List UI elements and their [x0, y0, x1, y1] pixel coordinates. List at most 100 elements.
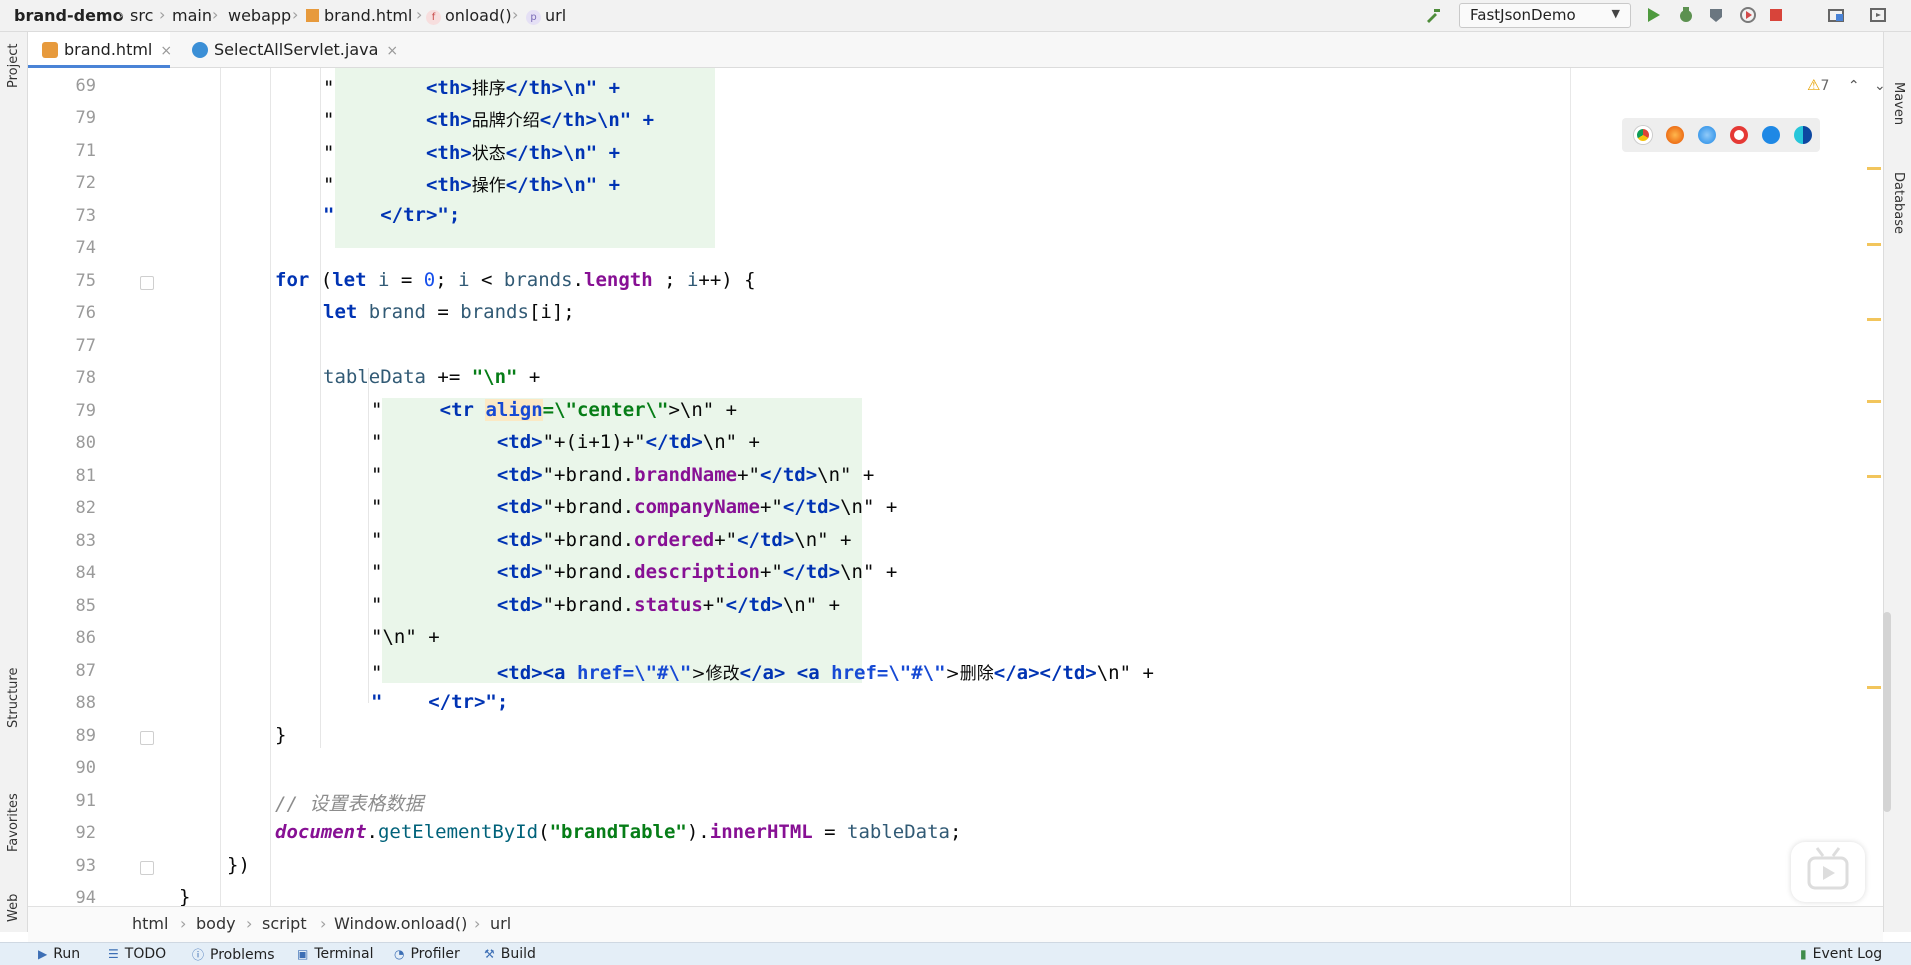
tool-window-bar: ▶ Run ☰ TODO ⓘ Problems ▣ Terminal ◔ Profiler… [0, 942, 1911, 965]
internet-explorer-icon[interactable] [1762, 126, 1780, 144]
navigation-bar: brand-demo › src › main › webapp › brand… [0, 0, 1911, 32]
path-webapp[interactable]: webapp [228, 6, 291, 25]
build-hammer-icon[interactable] [1424, 5, 1444, 25]
project-tool-button[interactable]: Project [6, 44, 21, 88]
web-tool-button[interactable]: Web [6, 894, 21, 922]
run-configuration-select[interactable]: FastJsonDemo ▼ [1459, 3, 1631, 28]
line-number: 81 [75, 466, 96, 486]
line-number: 83 [75, 531, 96, 551]
database-tool-button[interactable]: Database [1891, 172, 1906, 234]
line-number: 74 [75, 238, 96, 258]
close-icon[interactable]: × [160, 43, 172, 59]
warning-marker[interactable] [1867, 400, 1881, 403]
breadcrumb-item[interactable]: script [262, 914, 307, 933]
line-number: 82 [75, 498, 96, 518]
terminal-tool-button[interactable]: ▣ Terminal [297, 946, 374, 962]
info-icon: ⓘ [192, 948, 205, 962]
chevron-right-icon: › [159, 5, 166, 24]
chevron-down-icon[interactable]: ⌄ [1874, 78, 1886, 94]
line-number: 84 [75, 563, 96, 583]
code-line-84: " <td>"+brand.description+"</td>\n" + [371, 561, 898, 583]
code-editor[interactable]: " <th>排序</th>\n" + " <th>品牌介绍</th>\n" + … [120, 68, 1570, 908]
breadcrumb-item[interactable]: html [132, 914, 168, 933]
chevron-right-icon: › [416, 5, 423, 24]
project-name[interactable]: brand-demo [14, 6, 124, 25]
safari-icon[interactable] [1698, 126, 1716, 144]
line-number: 79 [75, 108, 96, 128]
java-class-icon [192, 42, 208, 58]
code-line-78: tableData += "\n" + [323, 366, 541, 388]
code-line-80: " <td>"+(i+1)+"</td>\n" + [371, 431, 760, 453]
opera-icon[interactable] [1730, 126, 1748, 144]
code-line-86: "\n" + [371, 626, 440, 648]
code-line-71: " <th>状态</th>\n" + [323, 142, 621, 164]
html-file-icon [42, 42, 58, 58]
line-number: 76 [75, 303, 96, 323]
line-number: 91 [75, 791, 96, 811]
code-line-76: let brand = brands[i]; [323, 301, 575, 323]
left-tool-strip: Project Structure Favorites Web [0, 32, 28, 932]
chevron-up-icon[interactable]: ⌃ [1848, 78, 1860, 94]
line-number: 75 [75, 271, 96, 291]
stop-icon[interactable] [1766, 5, 1786, 25]
problems-tool-button[interactable]: ⓘ Problems [192, 946, 275, 963]
path-file[interactable]: brand.html [306, 6, 412, 25]
code-line-83: " <td>"+brand.ordered+"</td>\n" + [371, 529, 852, 551]
line-number: 79 [75, 401, 96, 421]
chevron-right-icon: › [180, 914, 187, 933]
warning-marker[interactable] [1867, 686, 1881, 689]
warning-marker[interactable] [1867, 167, 1881, 170]
breadcrumb-item[interactable]: Window.onload() [334, 914, 467, 933]
project-structure-icon[interactable] [1826, 5, 1846, 25]
breadcrumb-item[interactable]: url [490, 914, 511, 933]
warning-marker[interactable] [1867, 475, 1881, 478]
maven-tool-button[interactable]: Maven [1891, 82, 1906, 125]
tab-selectallservlet-java[interactable]: SelectAllServlet.java × [178, 32, 408, 68]
chevron-right-icon: › [118, 5, 125, 24]
right-margin-line [1570, 68, 1571, 906]
path-property[interactable]: p url [526, 6, 566, 25]
chevron-right-icon: › [246, 914, 253, 933]
run-tool-button[interactable]: ▶ Run [38, 946, 80, 962]
code-line-88: " </tr>"; [371, 691, 509, 713]
indent-guide [320, 68, 321, 748]
code-line-94: } [179, 886, 191, 908]
window-icon[interactable] [1868, 5, 1888, 25]
editor-tabs: brand.html × SelectAllServlet.java × [28, 32, 1883, 68]
tab-brand-html[interactable]: brand.html × [28, 32, 172, 68]
warning-marker[interactable] [1867, 318, 1881, 321]
todo-tool-button[interactable]: ☰ TODO [108, 946, 166, 962]
line-number: 93 [75, 856, 96, 876]
tv-play-icon [1807, 847, 1849, 890]
vertical-scrollbar[interactable] [1883, 612, 1891, 812]
profile-icon[interactable] [1738, 5, 1758, 25]
chevron-right-icon: › [512, 5, 519, 24]
favorites-tool-button[interactable]: Favorites [6, 793, 21, 852]
structure-tool-button[interactable]: Structure [6, 668, 21, 728]
code-line-82: " <td>"+brand.companyName+"</td>\n" + [371, 496, 898, 518]
chrome-icon[interactable] [1634, 126, 1652, 144]
event-log-icon: ▮ [1800, 947, 1807, 961]
close-icon[interactable]: × [386, 43, 398, 59]
coverage-icon[interactable] [1706, 5, 1726, 25]
line-number: 71 [75, 141, 96, 161]
profiler-tool-button[interactable]: ◔ Profiler [394, 946, 460, 962]
path-src[interactable]: src [130, 6, 153, 25]
event-log-button[interactable]: ▮ Event Log [1800, 946, 1882, 962]
firefox-icon[interactable] [1666, 126, 1684, 144]
debug-icon[interactable] [1676, 5, 1696, 25]
path-main[interactable]: main [172, 6, 212, 25]
code-line-85: " <td>"+brand.status+"</td>\n" + [371, 594, 841, 616]
path-function[interactable]: f onload() [426, 6, 512, 25]
breadcrumb-item[interactable]: body [196, 914, 236, 933]
inspection-warnings[interactable]: ⚠7 ⌃ ⌄ [1807, 76, 1886, 94]
run-icon[interactable] [1643, 5, 1663, 25]
code-line-92: document.getElementById("brandTable").in… [275, 821, 962, 843]
edge-icon[interactable] [1794, 126, 1812, 144]
build-tool-button[interactable]: ⚒ Build [484, 946, 536, 962]
chevron-right-icon: › [292, 5, 299, 24]
warning-marker[interactable] [1867, 243, 1881, 246]
video-overlay-button[interactable] [1791, 842, 1865, 902]
warning-icon: ⚠ [1807, 76, 1821, 94]
line-number: 85 [75, 596, 96, 616]
